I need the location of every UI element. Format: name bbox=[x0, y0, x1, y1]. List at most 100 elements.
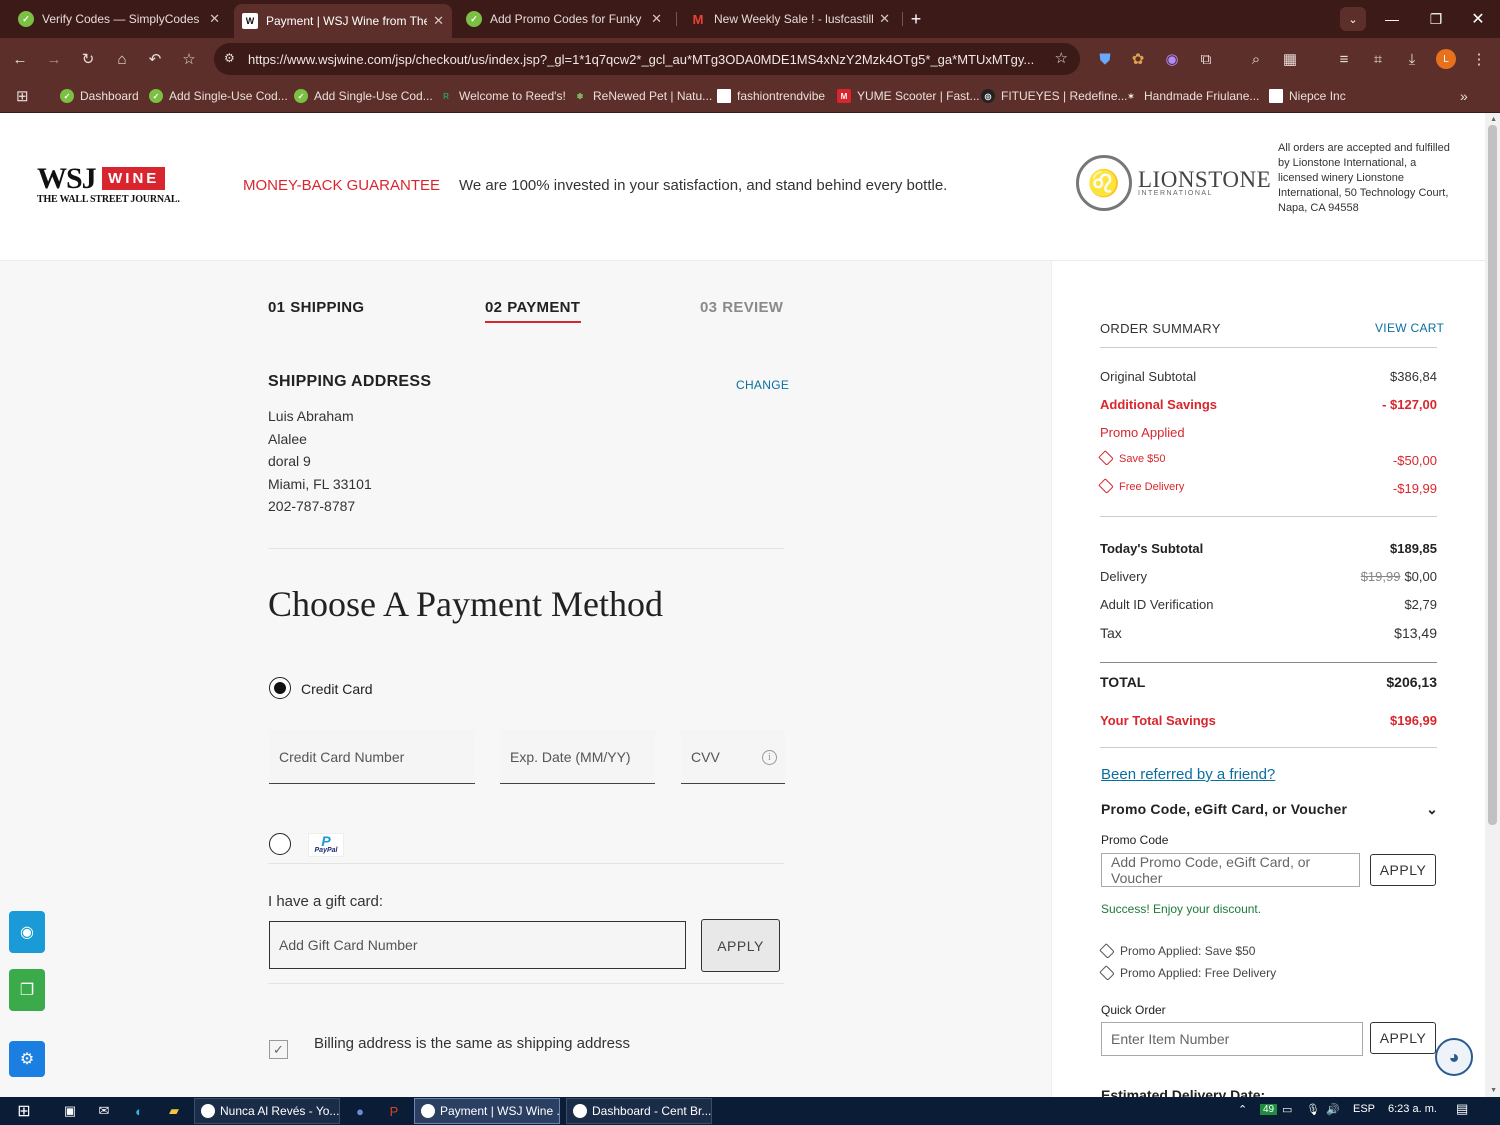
settings-gear-icon[interactable]: ⚙ bbox=[9, 1041, 45, 1077]
maximize-button[interactable]: ❐ bbox=[1414, 0, 1458, 38]
crop-icon[interactable]: ⌗ bbox=[1366, 47, 1390, 71]
lionstone-note: All orders are accepted and fulfilled by… bbox=[1278, 142, 1450, 214]
reading-list-icon[interactable]: ≡ bbox=[1332, 47, 1356, 71]
new-tab-button[interactable]: + bbox=[896, 0, 936, 38]
logo-wsj-text: WSJ bbox=[37, 162, 97, 195]
shield-extension-icon[interactable]: ⛊ bbox=[1093, 47, 1117, 71]
download-icon[interactable]: ⤓ bbox=[1400, 47, 1424, 71]
referred-by-friend-link[interactable]: Been referred by a friend? bbox=[1101, 766, 1275, 783]
taskbar-app-youtube[interactable]: Nunca Al Revés - Yo... bbox=[194, 1098, 340, 1124]
clock[interactable]: 6:23 a. m. bbox=[1388, 1103, 1437, 1115]
bookmark-item[interactable]: R Welcome to Reed's! bbox=[439, 86, 566, 106]
mail-icon[interactable]: ✉ bbox=[94, 1101, 114, 1121]
quick-order-apply-button[interactable]: APPLY bbox=[1370, 1022, 1436, 1054]
bookmark-item[interactable]: ✓ Add Single-Use Cod... bbox=[149, 86, 288, 106]
copy-icon[interactable]: ❐ bbox=[9, 969, 45, 1011]
promo-label: Free Delivery bbox=[1119, 481, 1185, 493]
network-icon[interactable]: ▭ bbox=[1282, 1103, 1292, 1116]
reload-icon[interactable]: ↻ bbox=[76, 47, 100, 71]
exp-date-input[interactable]: Exp. Date (MM/YY) bbox=[500, 730, 655, 784]
powerpoint-icon[interactable]: P bbox=[384, 1101, 404, 1121]
search-icon[interactable]: ⌕ bbox=[1244, 47, 1268, 71]
bookmark-star-icon[interactable]: ☆ bbox=[177, 47, 201, 71]
taskbar-app-dashboard[interactable]: Dashboard - Cent Br... bbox=[566, 1098, 712, 1124]
cvv-input[interactable]: CVV i bbox=[681, 730, 785, 784]
extension-icon[interactable]: ✿ bbox=[1126, 47, 1150, 71]
menu-icon[interactable]: ⋮ bbox=[1467, 47, 1491, 71]
back-icon[interactable]: ← bbox=[8, 47, 32, 71]
info-icon[interactable]: i bbox=[762, 750, 777, 765]
tab-gmail[interactable]: M New Weekly Sale ! - lusfcastillo ✕ bbox=[682, 5, 898, 33]
quick-order-input[interactable]: Enter Item Number bbox=[1101, 1022, 1363, 1056]
billing-same-checkbox[interactable]: ✓ bbox=[269, 1040, 288, 1059]
cookie-icon[interactable]: ◕ bbox=[1435, 1038, 1473, 1076]
volume-icon[interactable]: 🔊 bbox=[1326, 1103, 1340, 1116]
promo-code-accordion[interactable]: Promo Code, eGift Card, or Voucher ⌄ bbox=[1101, 801, 1438, 818]
forward-icon[interactable]: → bbox=[42, 47, 66, 71]
site-info-icon[interactable]: ⚙ bbox=[224, 51, 235, 65]
page-scrollbar[interactable]: ▲ ▼ bbox=[1485, 113, 1500, 1097]
view-cart-link[interactable]: VIEW CART bbox=[1375, 321, 1444, 335]
star-icon[interactable]: ☆ bbox=[1055, 49, 1068, 67]
bookmark-item[interactable]: ✽ ReNewed Pet | Natu... bbox=[573, 86, 713, 106]
scrollbar-thumb[interactable] bbox=[1488, 125, 1497, 825]
credit-card-number-input[interactable]: Credit Card Number bbox=[269, 730, 475, 784]
scroll-up-arrow-icon[interactable]: ▲ bbox=[1490, 116, 1497, 123]
promo-value: -$19,99 bbox=[1392, 481, 1437, 496]
tab-payment-wsj[interactable]: W Payment | WSJ Wine from The W ✕ bbox=[234, 4, 452, 38]
close-icon[interactable]: ✕ bbox=[433, 13, 444, 29]
tab-verify-codes[interactable]: ✓ Verify Codes — SimplyCodes ✕ bbox=[10, 5, 228, 33]
extensions-puzzle-icon[interactable]: ⧉ bbox=[1194, 47, 1218, 71]
wsj-wine-logo[interactable]: WSJ WINE THE WALL STREET JOURNAL. bbox=[37, 162, 180, 206]
minimize-button[interactable]: — bbox=[1370, 0, 1414, 38]
folder-icon[interactable]: ▰ bbox=[164, 1101, 184, 1121]
close-icon[interactable]: ✕ bbox=[651, 11, 662, 27]
profile-avatar[interactable]: L bbox=[1436, 49, 1456, 69]
step-label: PAYMENT bbox=[507, 299, 581, 316]
guarantee-title: MONEY-BACK GUARANTEE bbox=[243, 177, 440, 194]
tab-search-button[interactable]: ⌄ bbox=[1340, 7, 1366, 31]
promo-row: Save $50 -$50,00 bbox=[1098, 450, 1437, 468]
more-bookmarks-icon[interactable]: » bbox=[1460, 86, 1468, 106]
close-icon[interactable]: ✕ bbox=[879, 11, 890, 27]
gift-card-apply-button[interactable]: APPLY bbox=[701, 919, 780, 972]
eye-icon[interactable]: ◉ bbox=[9, 911, 45, 953]
credit-card-radio[interactable] bbox=[269, 677, 291, 699]
simplycodes-icon: ✓ bbox=[294, 89, 308, 103]
extension-icon[interactable]: ◉ bbox=[1160, 47, 1184, 71]
notifications-icon[interactable]: ▤ bbox=[1456, 1101, 1468, 1117]
change-address-link[interactable]: CHANGE bbox=[736, 378, 789, 392]
promo-apply-button[interactable]: APPLY bbox=[1370, 854, 1436, 886]
bookmark-item[interactable]: ◎ FITUEYES | Redefine... bbox=[981, 86, 1128, 106]
address-bar[interactable]: ⚙ https://www.wsjwine.com/jsp/checkout/u… bbox=[214, 43, 1080, 75]
step-shipping[interactable]: 01 SHIPPING bbox=[268, 299, 364, 316]
taskbar-app-wsj[interactable]: Payment | WSJ Wine ... bbox=[414, 1098, 560, 1124]
gift-card-input[interactable]: Add Gift Card Number bbox=[269, 921, 686, 969]
start-grid-icon[interactable]: ⊞ bbox=[14, 1101, 34, 1121]
store-icon[interactable]: ▣ bbox=[60, 1101, 80, 1121]
tab-add-promo-codes[interactable]: ✓ Add Promo Codes for Funky M ✕ bbox=[458, 5, 670, 33]
language-indicator[interactable]: ESP bbox=[1353, 1103, 1375, 1115]
microphone-icon[interactable]: 🎙 bbox=[1306, 1103, 1320, 1116]
bookmark-item[interactable]: ✓ Dashboard bbox=[60, 86, 139, 106]
window-close-button[interactable]: ✕ bbox=[1456, 0, 1500, 38]
logo-subtitle: THE WALL STREET JOURNAL. bbox=[37, 194, 180, 205]
promo-code-input[interactable]: Add Promo Code, eGift Card, or Voucher bbox=[1101, 853, 1360, 887]
tray-chevron-icon[interactable]: ⌃ bbox=[1238, 1103, 1247, 1116]
paypal-radio[interactable] bbox=[269, 833, 291, 855]
scroll-down-arrow-icon[interactable]: ▼ bbox=[1490, 1087, 1497, 1094]
bookmark-item[interactable]: fashiontrendvibe bbox=[717, 86, 825, 106]
apps-icon[interactable]: ▦ bbox=[1278, 47, 1302, 71]
discord-icon[interactable]: ● bbox=[350, 1101, 370, 1121]
undo-icon[interactable]: ↶ bbox=[143, 47, 167, 71]
edge-icon[interactable]: ◐ bbox=[129, 1101, 149, 1121]
bookmark-item[interactable]: Niepce Inc bbox=[1269, 86, 1346, 106]
bookmark-item[interactable]: ✶ Handmade Friulane... bbox=[1124, 86, 1260, 106]
home-icon[interactable]: ⌂ bbox=[110, 47, 134, 71]
apps-grid-icon[interactable]: ⊞ bbox=[16, 86, 29, 106]
bookmark-item[interactable]: M YUME Scooter | Fast... bbox=[837, 86, 979, 106]
close-icon[interactable]: ✕ bbox=[209, 11, 220, 27]
guarantee-text: We are 100% invested in your satisfactio… bbox=[459, 177, 948, 194]
bookmark-item[interactable]: ✓ Add Single-Use Cod... bbox=[294, 86, 433, 106]
tray-badge[interactable]: 49 bbox=[1260, 1103, 1278, 1115]
